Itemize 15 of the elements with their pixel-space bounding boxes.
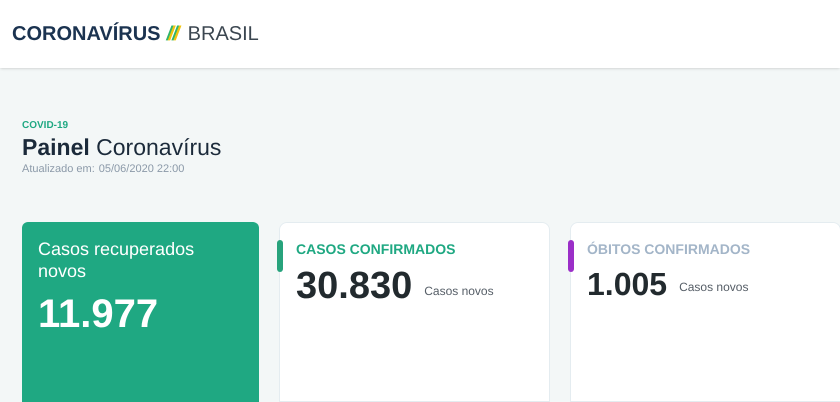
updated-value: 05/06/2020 22:00 <box>98 162 184 177</box>
card-value: 11.977 <box>38 290 160 338</box>
brand-separator: // <box>168 22 180 47</box>
card-title: Casos recuperados novos <box>38 238 196 282</box>
card-title: ÓBITOS CONFIRMADOS <box>587 240 752 258</box>
page-title: Painel Coronavírus <box>22 133 222 161</box>
card-caption: Casos novos <box>679 278 748 296</box>
updated-label: Atualizado em: <box>22 162 95 177</box>
section-tag: COVID-19 <box>22 118 840 133</box>
card-value: 1.005 <box>587 264 668 304</box>
country-name: BRASIL <box>188 22 259 47</box>
card-caption: Casos novos <box>424 282 494 300</box>
card-title: CASOS CONFIRMADOS <box>296 240 456 258</box>
brand-name[interactable]: CORONAVÍRUS <box>12 19 161 49</box>
card-value: 30.830 <box>296 264 412 308</box>
